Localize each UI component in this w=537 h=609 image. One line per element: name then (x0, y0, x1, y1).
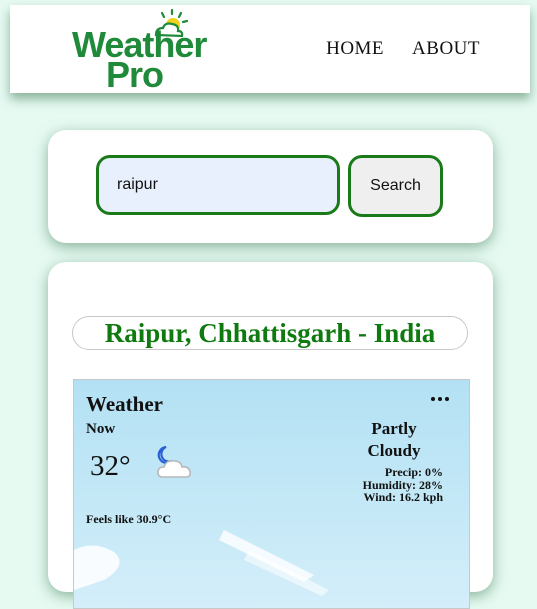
precip-value: Precip: 0% (384, 465, 443, 479)
condition-line-1: Partly (371, 419, 417, 438)
cloud-background-decoration (74, 530, 329, 596)
widget-title: Weather (86, 392, 163, 416)
weather-widget: Weather Now 32° Partly Cloudy Precip: 0%… (73, 379, 470, 609)
condition-line-2: Cloudy (367, 441, 421, 460)
weather-result-card: Raipur, Chhattisgarh - India Weather Now… (48, 262, 493, 609)
nav-home-link[interactable]: HOME (326, 38, 384, 60)
weather-details: Precip: 0% Humidity: 28% Wind: 16.2 kph (363, 466, 443, 504)
search-button[interactable]: Search (348, 155, 443, 217)
logo-text-pro: Pro (106, 54, 164, 95)
moon-cloud-icon (157, 445, 191, 478)
weather-pro-logo[interactable]: Weather Pro (72, 9, 222, 95)
now-label: Now (86, 421, 116, 437)
condition-text: Partly Cloudy (349, 418, 439, 462)
wind-value: Wind: 16.2 kph (363, 490, 443, 504)
site-header: Weather Pro HOME ABOUT (10, 5, 530, 93)
main-nav: HOME ABOUT (326, 38, 480, 60)
current-temperature: 32° (90, 450, 131, 482)
search-card: Search (48, 130, 493, 243)
more-options-icon[interactable] (429, 394, 451, 404)
nav-about-link[interactable]: ABOUT (412, 38, 480, 60)
city-search-input[interactable] (96, 155, 340, 215)
location-title: Raipur, Chhattisgarh - India (72, 316, 468, 350)
